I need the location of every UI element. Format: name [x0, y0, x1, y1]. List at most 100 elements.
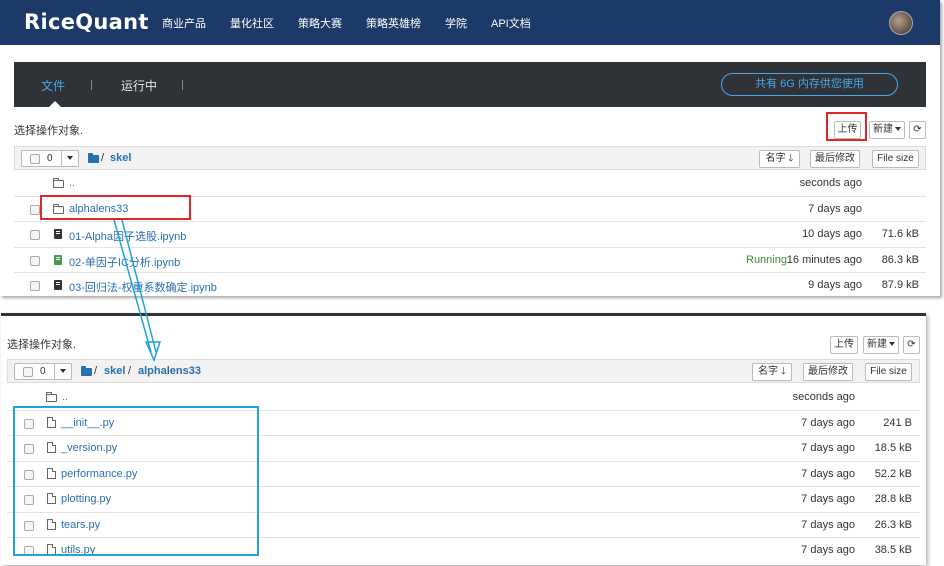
item-checkbox[interactable]: [30, 204, 40, 215]
refresh-icon: ⟳: [907, 339, 916, 350]
item-modified: 16 minutes ago: [786, 253, 862, 266]
arrow-down-icon: 🡓: [780, 366, 786, 377]
item-modified: 7 days ago: [801, 518, 855, 531]
item-name[interactable]: plotting.py: [61, 493, 111, 505]
item-name[interactable]: ..: [69, 177, 75, 189]
sort-name-label: 名字: [758, 366, 778, 377]
selected-count: 0: [40, 366, 46, 377]
sort-modified-button[interactable]: 最后修改: [803, 363, 853, 381]
memory-notice-badge: 共有 6G 内存供您使用: [721, 73, 898, 96]
item-size: 38.5 kB: [874, 544, 912, 556]
item-size: 241 B: [883, 416, 912, 429]
sort-name-button[interactable]: 名字 🡓: [752, 363, 792, 381]
select-prompt: 选择操作对象.: [7, 339, 77, 351]
refresh-icon: ⟳: [913, 124, 922, 135]
item-size: 26.3 kB: [874, 518, 912, 531]
list-item-file[interactable]: utils.py 7 days ago 38.5 kB: [7, 538, 920, 564]
folder-icon: [81, 366, 92, 376]
nav-item-leaderboard[interactable]: 策略英雄榜: [366, 15, 421, 31]
item-name[interactable]: utils.py: [61, 544, 95, 556]
item-checkbox[interactable]: [24, 444, 34, 454]
main-nav: 商业产品 量化社区 策略大赛 策略英雄榜 学院 API文档: [162, 15, 555, 31]
select-all-dropdown[interactable]: 0: [21, 150, 79, 167]
breadcrumb-alphalens33[interactable]: alphalens33: [138, 365, 201, 377]
list-item-file[interactable]: __init__.py 7 days ago 241 B: [7, 411, 920, 436]
new-button[interactable]: 新建: [869, 121, 905, 139]
item-checkbox[interactable]: [24, 520, 34, 531]
item-name[interactable]: ..: [62, 391, 68, 403]
sort-size-button[interactable]: File size: [865, 363, 912, 381]
upload-button[interactable]: 上传: [834, 121, 861, 139]
item-modified: 7 days ago: [801, 544, 855, 556]
item-name[interactable]: performance.py: [61, 468, 137, 480]
brand-logo[interactable]: RiceQuant: [24, 10, 149, 34]
select-menu-toggle[interactable]: [54, 364, 72, 379]
select-all-checkbox[interactable]: [30, 154, 40, 164]
breadcrumb-skel[interactable]: skel: [110, 152, 131, 164]
select-all-checkbox[interactable]: [23, 367, 33, 377]
item-checkbox[interactable]: [30, 281, 40, 291]
list-item-folder[interactable]: alphalens33 7 days ago: [14, 197, 926, 222]
new-button[interactable]: 新建: [863, 336, 899, 354]
user-avatar[interactable]: [889, 11, 913, 35]
item-name[interactable]: 03-回归法-权重系数确定.ipynb: [69, 279, 217, 295]
breadcrumb-skel[interactable]: skel: [104, 365, 125, 377]
item-name[interactable]: alphalens33: [69, 203, 128, 215]
nav-item-community[interactable]: 量化社区: [230, 15, 274, 31]
list-item-file[interactable]: plotting.py 7 days ago 28.8 kB: [7, 487, 920, 513]
nav-item-contest[interactable]: 策略大赛: [298, 15, 342, 31]
item-checkbox[interactable]: [30, 230, 40, 240]
breadcrumb-root[interactable]: /: [94, 365, 97, 377]
folder-icon: [53, 203, 64, 214]
item-modified: 7 days ago: [801, 416, 855, 429]
nav-item-api-docs[interactable]: API文档: [491, 15, 531, 31]
item-size: 71.6 kB: [881, 228, 919, 240]
list-item-notebook[interactable]: 01-Alpha因子选股.ipynb 10 days ago 71.6 kB: [14, 222, 926, 248]
list-item-notebook[interactable]: 02-单因子IC分析.ipynb Running 16 minutes ago …: [14, 248, 926, 273]
nav-item-academy[interactable]: 学院: [445, 15, 467, 31]
new-button-label: 新建: [873, 124, 893, 135]
folder-icon: [53, 178, 64, 188]
item-checkbox[interactable]: [24, 418, 34, 429]
item-modified: 7 days ago: [801, 442, 855, 454]
chevron-down-icon: [60, 369, 66, 373]
refresh-button[interactable]: ⟳: [903, 336, 920, 354]
list-item-file[interactable]: tears.py 7 days ago 26.3 kB: [7, 513, 920, 538]
item-checkbox[interactable]: [24, 495, 34, 505]
folder-icon: [46, 392, 57, 402]
file-icon: [47, 544, 56, 555]
list-item-file[interactable]: _version.py 7 days ago 18.5 kB: [7, 436, 920, 462]
sort-name-button[interactable]: 名字 🡓: [759, 150, 800, 168]
item-size: 52.2 kB: [874, 467, 912, 480]
item-checkbox[interactable]: [30, 255, 40, 266]
list-header: 0 / skel 名字 🡓 最后修改 File size: [14, 146, 926, 170]
tab-files[interactable]: 文件: [41, 77, 65, 94]
item-name[interactable]: __init__.py: [61, 417, 114, 429]
chevron-down-icon: [895, 127, 901, 132]
breadcrumb-root[interactable]: /: [101, 152, 104, 164]
sort-modified-button[interactable]: 最后修改: [810, 150, 860, 168]
item-checkbox[interactable]: [24, 469, 34, 480]
file-icon: [47, 442, 56, 453]
upload-button[interactable]: 上传: [830, 336, 858, 354]
select-all-dropdown[interactable]: 0: [14, 363, 72, 380]
item-name[interactable]: 01-Alpha因子选股.ipynb: [69, 228, 186, 244]
breadcrumb-separator: /: [128, 365, 132, 377]
item-name[interactable]: 02-单因子IC分析.ipynb: [69, 254, 180, 270]
folder-icon: [88, 153, 99, 163]
sort-size-button[interactable]: File size: [872, 150, 919, 168]
item-checkbox[interactable]: [24, 546, 34, 556]
item-size: 18.5 kB: [874, 442, 912, 454]
item-name[interactable]: tears.py: [61, 519, 100, 531]
refresh-button[interactable]: ⟳: [909, 121, 926, 139]
list-item-parent[interactable]: .. seconds ago: [7, 385, 920, 411]
list-item-file[interactable]: performance.py 7 days ago 52.2 kB: [7, 462, 920, 487]
top-navbar: RiceQuant 商业产品 量化社区 策略大赛 策略英雄榜 学院 API文档: [0, 0, 940, 45]
list-header: 0 / skel / alphalens33 名字 🡓 最后修改 File si…: [7, 359, 920, 383]
list-item-notebook[interactable]: 03-回归法-权重系数确定.ipynb 9 days ago 87.9 kB: [14, 273, 926, 296]
list-item-parent[interactable]: .. seconds ago: [14, 171, 926, 197]
tab-running[interactable]: 运行中: [121, 77, 157, 94]
item-name[interactable]: _version.py: [61, 442, 117, 454]
select-menu-toggle[interactable]: [61, 151, 79, 166]
nav-item-products[interactable]: 商业产品: [162, 15, 206, 31]
